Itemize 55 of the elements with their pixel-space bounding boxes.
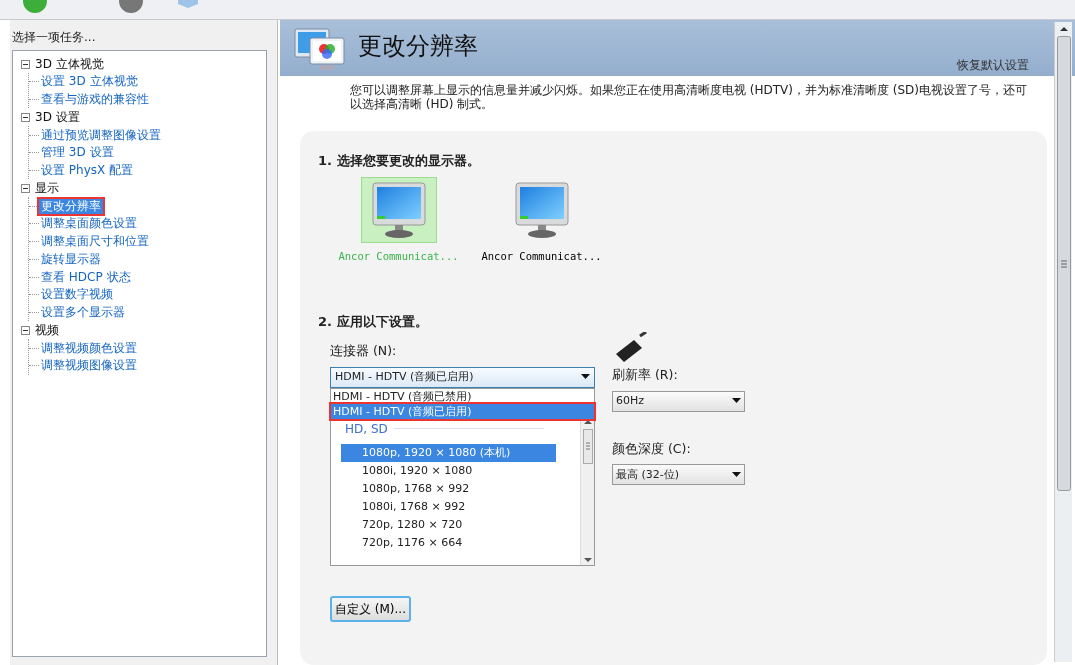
dropdown-option[interactable]: HDMI - HDTV (音频已禁用) (331, 388, 594, 404)
tree-item[interactable]: 设置数字视频 (39, 287, 115, 303)
color-depth-label: 颜色深度 (C): (612, 439, 692, 458)
sidebar-title: 选择一项任务... (12, 29, 97, 46)
connector-label: 连接器 (N): (330, 341, 398, 360)
tree-item[interactable]: 查看 HDCP 状态 (39, 269, 133, 285)
resolution-option[interactable]: 1080i, 1920 × 1080 (341, 461, 556, 480)
page-title: 更改分辨率 (358, 31, 478, 62)
resolution-option[interactable]: 720p, 1280 × 720 (341, 515, 556, 534)
connector-dropdown[interactable]: HDMI - HDTV (音频已启用) (330, 366, 595, 388)
collapse-icon[interactable] (21, 183, 30, 193)
caret-icon (732, 398, 741, 404)
tree-item[interactable]: 调整视频颜色设置 (39, 340, 139, 356)
list-group-header: HD, SD (331, 416, 580, 438)
tree-category[interactable]: 显示 (33, 180, 61, 196)
vertical-scrollbar[interactable] (1054, 22, 1072, 662)
monitor-icon (513, 180, 570, 239)
tree-item[interactable]: 调整视频图像设置 (39, 358, 139, 374)
restore-defaults-link[interactable]: 恢复默认设置 (957, 56, 1029, 74)
description-text: 您可以调整屏幕上显示的信息量并减少闪烁。如果您正在使用高清晰度电视 (HDTV)，并为标准清晰度 (SD)电视设置了号，还可以选择高清晰 (HD) 制式。 (350, 83, 1028, 111)
scroll-down-icon[interactable] (583, 556, 592, 563)
dropdown-option[interactable]: HDMI - HDTV (音频已启用) (331, 403, 594, 419)
resolution-option[interactable]: 1080i, 1768 × 992 (341, 497, 556, 516)
tree-item[interactable]: 管理 3D 设置 (39, 145, 116, 161)
scroll-thumb[interactable] (582, 428, 593, 464)
refresh-rate-label: 刷新率 (R): (612, 365, 679, 384)
section-heading: 2. 应用以下设置。 (318, 313, 429, 332)
scroll-thumb[interactable] (1056, 36, 1071, 491)
section-heading: 1. 选择您要更改的显示器。 (318, 152, 481, 170)
customize-button[interactable]: 自定义 (M)... (330, 595, 411, 622)
tree-item[interactable]: 设置 3D 立体视觉 (39, 74, 140, 90)
resolution-option[interactable]: 1080p, 1920 × 1080 (本机) (341, 443, 556, 462)
tree-category[interactable]: 视频 (33, 322, 61, 338)
display-option[interactable]: Ancor Communicat... (479, 176, 604, 265)
resolution-option[interactable]: 1080p, 1768 × 992 (341, 479, 556, 498)
resolution-option[interactable]: 720p, 1176 × 664 (341, 533, 556, 552)
tree-item[interactable]: 更改分辨率 (39, 198, 103, 214)
tree-item[interactable]: 查看与游戏的兼容性 (39, 92, 151, 108)
monitor-icon (370, 180, 427, 239)
tree-item[interactable]: 旋转显示器 (39, 251, 103, 267)
tree-item[interactable]: 调整桌面尺寸和位置 (39, 234, 151, 250)
monitors-icon (294, 26, 346, 72)
collapse-icon[interactable] (21, 325, 30, 335)
tree-category[interactable]: 3D 立体视觉 (33, 56, 106, 72)
color-depth-dropdown[interactable]: 最高 (32-位) (612, 464, 745, 486)
tree-item[interactable]: 通过预览调整图像设置 (39, 127, 163, 143)
tree-item[interactable]: 设置 PhysX 配置 (39, 163, 136, 179)
tree-item[interactable]: 设置多个显示器 (39, 304, 127, 320)
tree-item[interactable]: 调整桌面颜色设置 (39, 216, 139, 232)
caret-icon (581, 374, 590, 380)
collapse-icon[interactable] (21, 59, 30, 69)
caret-icon (732, 471, 741, 478)
tree-category[interactable]: 3D 设置 (33, 109, 82, 125)
collapse-icon[interactable] (21, 112, 30, 122)
refresh-rate-dropdown[interactable]: 60Hz (612, 390, 745, 412)
